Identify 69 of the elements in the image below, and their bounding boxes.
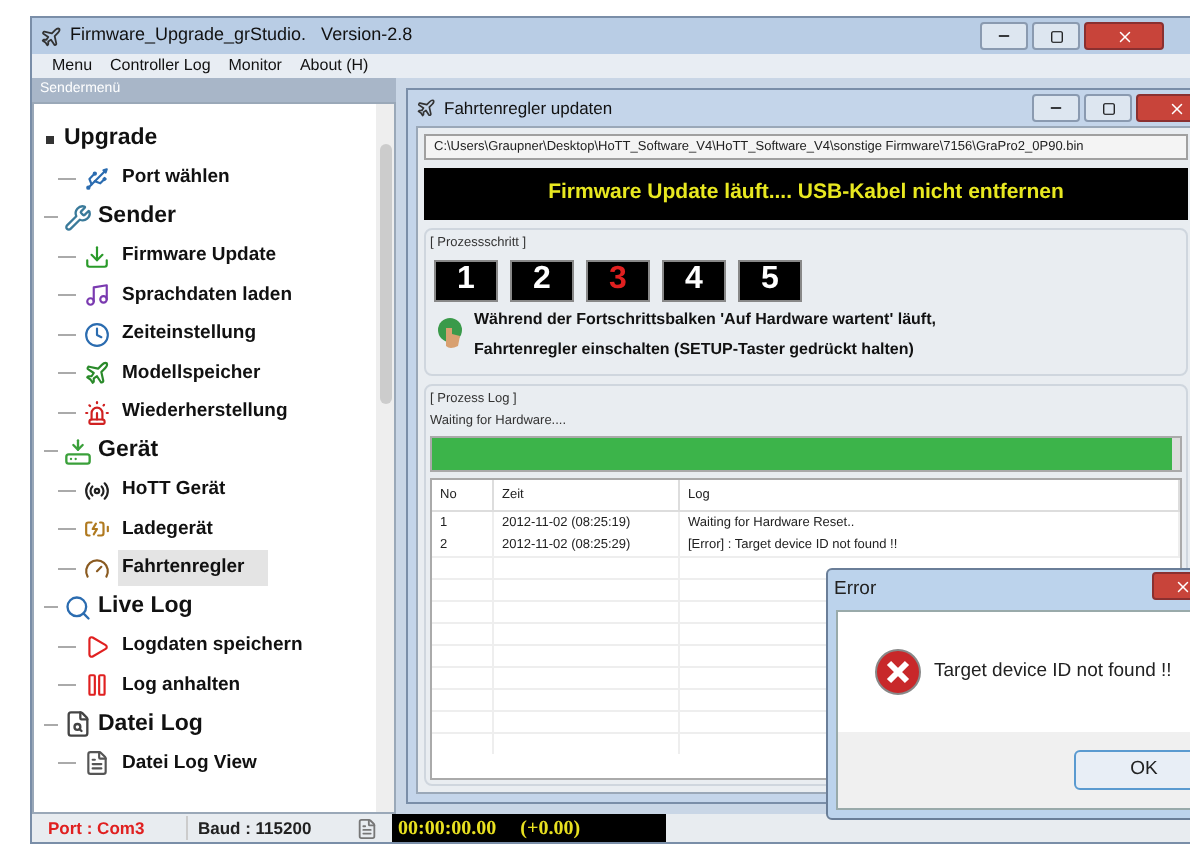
menu-item[interactable]: Menu xyxy=(52,58,93,74)
pause-icon xyxy=(84,672,110,699)
tree-item[interactable]: Log anhalten xyxy=(118,667,245,704)
charger-icon xyxy=(84,516,110,543)
maximize-icon xyxy=(1101,101,1115,115)
tree-item[interactable]: Ladegerät xyxy=(118,511,217,548)
status-banner: Firmware Update läuft.... USB-Kabel nicht entfernen xyxy=(424,168,1188,220)
instruction-text: Während der Fortschrittsbalken 'Auf Hardware wartent' läuft, xyxy=(474,307,936,332)
clock-icon xyxy=(84,321,110,348)
child-window-title: Fahrtenregler updaten xyxy=(444,95,613,121)
tree-item[interactable]: Zeiteinstellung xyxy=(118,316,261,353)
port-status: Port : Com3 xyxy=(46,815,147,841)
tree-item[interactable]: Datei Log View xyxy=(118,745,261,782)
instruction-text: Fahrtenregler einschalten (SETUP-Taster gedrückt halten) xyxy=(474,337,916,362)
error-icon xyxy=(874,648,922,696)
step-indicator: 1 xyxy=(434,259,498,302)
music-icon xyxy=(84,282,110,309)
menu-item[interactable]: Controller Log xyxy=(110,58,211,74)
window-title: Firmware_Upgrade_grStudio. Version-2.8 xyxy=(70,22,413,49)
plane-icon xyxy=(40,25,62,47)
hand-icon xyxy=(434,316,466,353)
file-search-icon xyxy=(64,710,92,739)
siren-icon xyxy=(84,399,110,426)
gauge-icon xyxy=(84,555,110,582)
drive-download-icon xyxy=(64,437,92,466)
tree-item[interactable]: Sprachdaten laden xyxy=(118,277,296,314)
tree-group[interactable]: Sender xyxy=(98,200,176,235)
step-indicator: 5 xyxy=(738,259,802,302)
tree-group[interactable]: Upgrade xyxy=(64,122,158,157)
tree-item[interactable]: HoTT Gerät xyxy=(118,472,230,509)
menu-item[interactable]: About (H) xyxy=(299,58,369,74)
step-indicator: 3 xyxy=(586,259,650,302)
timer-text: 00:00:00.00 xyxy=(398,815,497,843)
step-indicator: 2 xyxy=(510,259,574,302)
usb-icon xyxy=(84,165,110,192)
tree-item[interactable]: Logdaten speichern xyxy=(118,628,307,665)
play-icon xyxy=(84,633,110,660)
tree-item[interactable]: Modellspeicher xyxy=(118,355,265,392)
dialog-title: Error xyxy=(834,575,877,604)
step-indicator: 4 xyxy=(662,259,726,302)
download-icon xyxy=(84,243,110,270)
plane-icon xyxy=(84,360,110,387)
plane-icon xyxy=(416,98,436,118)
dialog-message: Target device ID not found !! xyxy=(934,657,1172,686)
close-icon xyxy=(1173,577,1190,595)
maximize-icon xyxy=(1049,29,1063,43)
menu-item[interactable]: Monitor xyxy=(228,58,282,74)
tree-item[interactable]: Firmware Update xyxy=(118,238,281,275)
timer-delta: (+0.00) xyxy=(520,815,581,843)
maximize-button[interactable] xyxy=(1032,22,1080,50)
radio-icon xyxy=(84,477,110,504)
tree-group[interactable]: Datei Log xyxy=(98,707,203,742)
tree-item[interactable]: Port wählen xyxy=(118,160,234,197)
tree-group[interactable]: Live Log xyxy=(98,590,193,625)
close-icon xyxy=(1167,99,1185,117)
wrench-icon xyxy=(64,203,92,232)
ok-button[interactable]: OK xyxy=(1074,750,1190,790)
tree-item[interactable]: Fahrtenregler xyxy=(118,550,269,587)
close-button[interactable] xyxy=(1084,22,1164,50)
scrollbar[interactable] xyxy=(376,104,394,812)
document-icon xyxy=(84,750,110,777)
tree-item[interactable]: Wiederherstellung xyxy=(118,394,292,431)
search-icon xyxy=(64,593,92,622)
close-icon xyxy=(1115,27,1133,45)
tree-group[interactable]: Gerät xyxy=(98,434,159,469)
collapse-icon[interactable] xyxy=(46,135,54,144)
baud-status: Baud : 115200 xyxy=(186,815,342,841)
maximize-button[interactable] xyxy=(1084,94,1132,122)
note-icon xyxy=(356,817,378,839)
